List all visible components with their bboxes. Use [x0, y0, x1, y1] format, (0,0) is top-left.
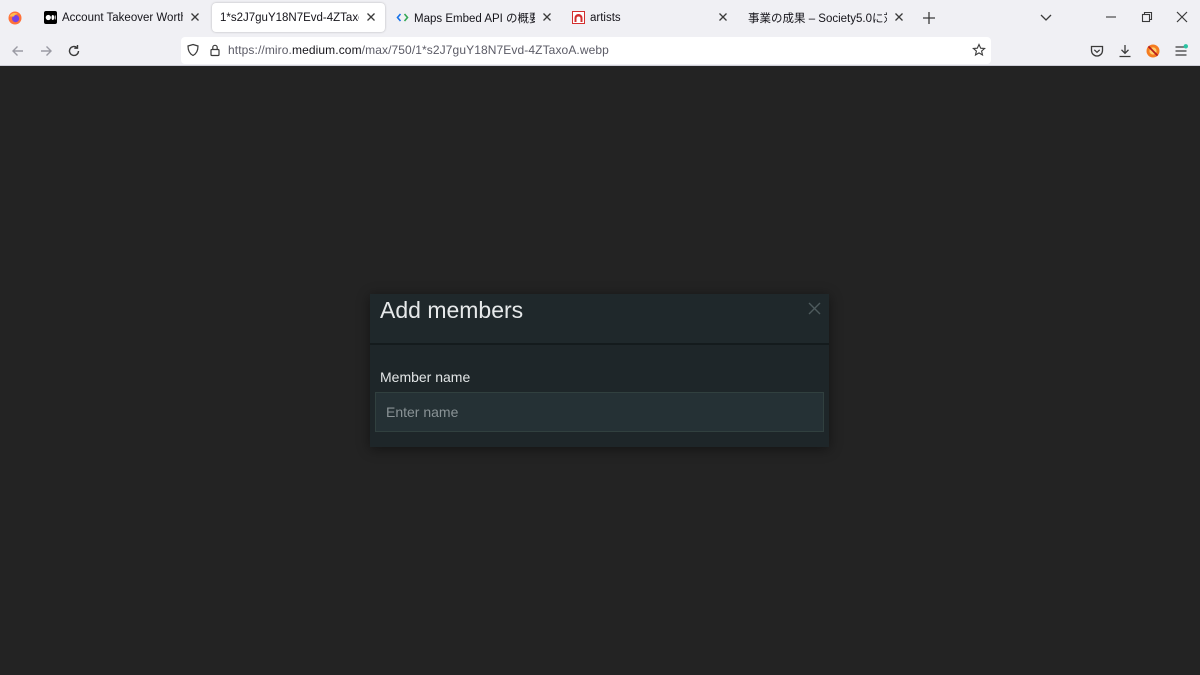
back-arrow-icon[interactable] [10, 43, 26, 59]
tab-title: 1*s2J7guY18N7Evd-4ZTaxoA.webp ( [220, 11, 359, 24]
new-tab-plus-icon[interactable] [920, 9, 938, 27]
close-icon[interactable] [807, 301, 822, 316]
add-members-dialog: Add members Member name [370, 294, 829, 447]
medium-logo-icon [44, 11, 57, 24]
tab-close-icon[interactable] [892, 10, 906, 24]
tab-title: Account Takeover Worth of $25 [62, 11, 183, 24]
tab-bar: Account Takeover Worth of $25 1*s2J7guY1… [0, 0, 1200, 35]
bookmark-star-icon[interactable] [972, 43, 986, 57]
shield-icon[interactable] [186, 43, 200, 57]
code-brackets-icon [396, 11, 409, 24]
extension-blocker-icon[interactable] [1145, 43, 1161, 59]
reload-icon[interactable] [66, 43, 82, 59]
tab-title: artists [590, 11, 621, 24]
forward-arrow-icon[interactable] [38, 43, 54, 59]
red-arch-icon [572, 11, 585, 24]
tab-title: 事業の成果 – Society5.0に対応した情 [748, 12, 887, 25]
url-text[interactable]: https://miro.medium.com/max/750/1*s2J7gu… [228, 43, 609, 57]
tab-title: Maps Embed API の概要 ｜ Goo [414, 12, 535, 25]
dialog-title: Add members [380, 297, 524, 323]
tab-webp-image[interactable]: 1*s2J7guY18N7Evd-4ZTaxoA.webp ( [212, 3, 385, 32]
chevron-down-icon[interactable] [1039, 10, 1053, 24]
member-name-input[interactable] [375, 392, 824, 432]
navigation-toolbar: https://miro.medium.com/max/750/1*s2J7gu… [0, 35, 1200, 66]
tab-society50[interactable]: 事業の成果 – Society5.0に対応した情 [740, 3, 913, 32]
tab-close-icon[interactable] [716, 10, 730, 24]
tab-close-icon[interactable] [188, 10, 202, 24]
url-host: medium.com [291, 43, 362, 57]
dialog-header: Add members [370, 294, 829, 345]
menu-hamburger-icon[interactable] [1173, 43, 1189, 59]
member-name-label: Member name [380, 369, 471, 385]
minimize-icon[interactable] [1104, 10, 1118, 24]
browser-chrome: Account Takeover Worth of $25 1*s2J7guY1… [0, 0, 1200, 66]
url-path: /max/750/1*s2J7guY18N7Evd-4ZTaxoA.webp [361, 43, 609, 57]
firefox-logo-icon[interactable] [8, 11, 22, 25]
tab-artists[interactable]: artists [564, 3, 737, 32]
restore-icon[interactable] [1140, 10, 1154, 24]
download-icon[interactable] [1117, 43, 1133, 59]
url-prefix: https://miro. [228, 43, 292, 57]
tab-close-icon[interactable] [364, 10, 378, 24]
close-window-icon[interactable] [1175, 10, 1189, 24]
lock-icon[interactable] [208, 43, 222, 57]
pocket-icon[interactable] [1089, 43, 1105, 59]
address-bar[interactable]: https://miro.medium.com/max/750/1*s2J7gu… [181, 37, 991, 64]
tab-close-icon[interactable] [540, 10, 554, 24]
tab-maps-embed-api[interactable]: Maps Embed API の概要 ｜ Goo [388, 3, 561, 32]
tab-account-takeover[interactable]: Account Takeover Worth of $25 [36, 3, 209, 32]
